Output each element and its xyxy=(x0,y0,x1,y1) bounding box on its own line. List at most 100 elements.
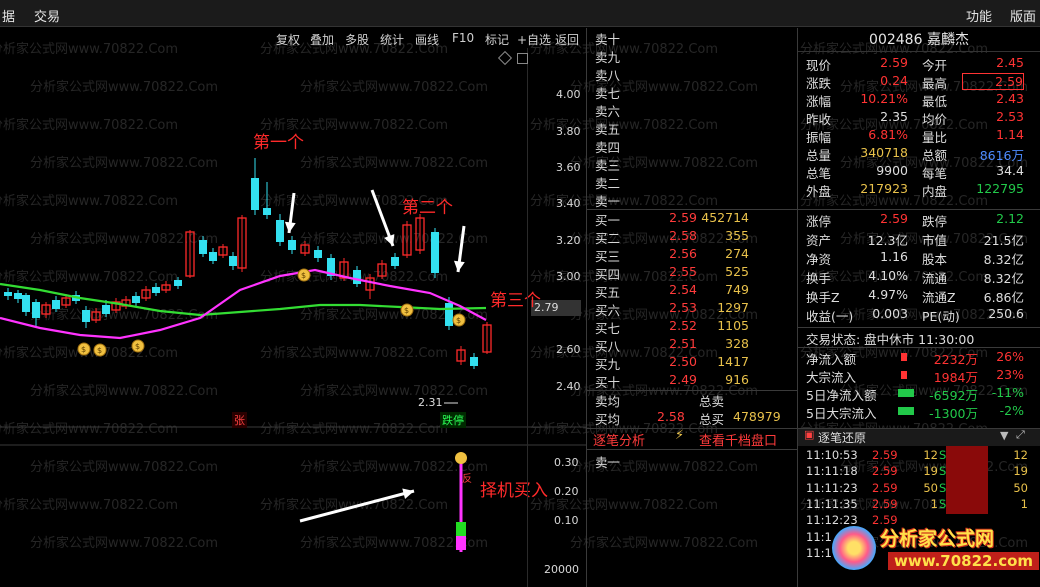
flow-bar xyxy=(898,389,914,397)
tab-view-depth[interactable]: 查看千档盘口 xyxy=(699,430,777,449)
buy-level-label: 买三 xyxy=(595,249,621,264)
quote-value: 217923 xyxy=(860,181,908,196)
flow-label: 5日大宗流入 xyxy=(806,406,877,421)
buy-level-label: 买四 xyxy=(595,267,621,282)
quote-value: 9900 xyxy=(876,163,908,178)
candlestick xyxy=(470,353,478,369)
buy-level-label: 买一 xyxy=(595,213,621,228)
buy-level-price: 2.49 xyxy=(669,372,697,387)
candlestick xyxy=(52,296,60,312)
trade-status: 交易状态: 盘中休市 11:30:00 xyxy=(806,332,975,347)
money-bag-icon: $ xyxy=(131,339,145,353)
candlestick xyxy=(91,308,101,323)
candlestick xyxy=(132,292,140,306)
buy-level-row[interactable]: 买六 2.53 1297 xyxy=(587,300,797,318)
price-tick: 3.20 xyxy=(556,234,581,247)
buy-level-row[interactable]: 买五 2.54 749 xyxy=(587,282,797,300)
menu-item-data[interactable]: 据 xyxy=(2,6,15,25)
flow-row: 5日净流入额 -6592万 -11% xyxy=(798,385,1040,403)
sell-level-row[interactable]: 卖二 xyxy=(587,173,797,191)
buy-level-row[interactable]: 买十 2.49 916 xyxy=(587,372,797,390)
quote-label: 股本 xyxy=(922,252,948,267)
buy-level-label: 买五 xyxy=(595,285,621,300)
buy-level-row[interactable]: 买九 2.50 1417 xyxy=(587,354,797,372)
buy-level-price: 2.52 xyxy=(669,318,697,333)
expand-icon[interactable]: ⤢ xyxy=(1016,428,1025,442)
tick-time: 11:1 xyxy=(806,545,832,560)
stock-code-name: 002486 嘉麟杰 xyxy=(798,28,1040,52)
menu-item-layout[interactable]: 版面 xyxy=(1010,6,1036,25)
quote-label: 外盘 xyxy=(806,184,832,199)
candlestick xyxy=(82,306,90,328)
quote-label: 涨停 xyxy=(806,214,832,229)
sell-level-row[interactable]: 卖一 xyxy=(587,191,797,209)
tick-row: 11:11:35 2.59 1 S 1 xyxy=(798,497,1040,513)
quote-value: 2.35 xyxy=(880,109,908,124)
arrow-annotation xyxy=(299,489,415,523)
buy-level-row[interactable]: 买四 2.55 525 xyxy=(587,264,797,282)
quote-label: 涨跌 xyxy=(806,76,832,91)
menu-item-function[interactable]: 功能 xyxy=(966,6,992,25)
sell-level-row[interactable]: 卖五 xyxy=(587,119,797,137)
fan-mark: 反 xyxy=(462,474,472,485)
candlestick xyxy=(300,241,310,256)
buy-level-volume: 1297 xyxy=(717,300,749,315)
quote-row: 外盘 217923 内盘 122795 xyxy=(798,181,1040,199)
price-tick: 3.00 xyxy=(556,270,581,283)
menu-item-trade[interactable]: 交易 xyxy=(34,6,60,25)
sell-level-row[interactable]: 卖七 xyxy=(587,83,797,101)
quote-value: 21.5亿 xyxy=(983,233,1024,248)
candlestick xyxy=(41,302,51,318)
sell-level-label: 卖九 xyxy=(595,50,621,65)
quote-value: 0.003 xyxy=(872,306,908,321)
tick-side: S xyxy=(939,464,947,479)
buy-level-row[interactable]: 买三 2.56 274 xyxy=(587,246,797,264)
buy-level-row[interactable]: 买八 2.51 328 xyxy=(587,336,797,354)
filter-icon[interactable]: ▼ xyxy=(1000,429,1008,442)
sell-level-label: 卖四 xyxy=(595,140,621,155)
buy-level-row[interactable]: 买一 2.59 452714 xyxy=(587,210,797,228)
money-bag-icon: $ xyxy=(297,268,311,282)
tick-volume: 12 xyxy=(923,448,938,462)
order-book-panel: 卖十卖九 卖八 卖七 卖六 卖五卖四卖三 卖二 卖一 买一 2.59 452714 买二 2.58 35… xyxy=(587,28,797,587)
dieting-mark: 跌停 xyxy=(440,412,466,428)
logo-title: 分析家公式网 xyxy=(880,528,995,550)
sub-tick: 0.20 xyxy=(554,485,579,498)
tab-tick-analysis[interactable]: 逐笔分析 xyxy=(593,430,645,449)
menu-bar: 据 交易 功能 版面 xyxy=(0,0,1040,27)
sell-level-label: 卖三 xyxy=(595,158,621,173)
buy-level-volume: 355 xyxy=(725,228,749,243)
candlestick xyxy=(141,286,151,301)
quote-row: 资产 12.3亿 市值 21.5亿 xyxy=(798,230,1040,249)
candlestick xyxy=(391,253,399,269)
sell-level-row[interactable]: 卖十 xyxy=(587,29,797,47)
tick-side: S xyxy=(939,480,947,495)
quote-value: 2.53 xyxy=(996,109,1024,124)
sell-level-row[interactable]: 卖六 xyxy=(587,101,797,119)
candlestick xyxy=(327,254,335,280)
tick-count: 50 xyxy=(1013,480,1028,495)
sell-level-row[interactable]: 卖四 xyxy=(587,137,797,155)
sell-level-row[interactable]: 卖八 xyxy=(587,65,797,83)
buy-level-row[interactable]: 买七 2.52 1105 xyxy=(587,318,797,336)
buy-level-row[interactable]: 买二 2.58 355 xyxy=(587,228,797,246)
sell-level-row[interactable]: 卖九 xyxy=(587,47,797,65)
price-tick: 3.40 xyxy=(556,197,581,210)
buy-level-volume: 452714 xyxy=(701,210,749,225)
quote-row: 换手Z 4.97% 流通Z 6.86亿 xyxy=(798,287,1040,306)
buy-level-volume: 1105 xyxy=(717,318,749,333)
quote-label: 市值 xyxy=(922,233,948,248)
tick-count: 19 xyxy=(1013,464,1028,479)
buy-level-price: 2.50 xyxy=(669,354,697,369)
quote-label: 每笔 xyxy=(922,166,948,181)
tick-volume: 1 xyxy=(930,496,938,511)
candlestick xyxy=(276,214,284,246)
money-bag-icon: $ xyxy=(400,303,414,317)
annotation-first: 第一个 xyxy=(253,133,304,153)
flow-value: -1300万 xyxy=(929,406,978,421)
tick-price: 2.59 xyxy=(872,480,898,495)
window-toggle-icon[interactable] xyxy=(517,53,528,64)
buy-level-label: 买二 xyxy=(595,231,621,246)
tick-row: 11:11:18 2.59 19 S 19 xyxy=(798,464,1040,480)
sell-level-row[interactable]: 卖三 xyxy=(587,155,797,173)
